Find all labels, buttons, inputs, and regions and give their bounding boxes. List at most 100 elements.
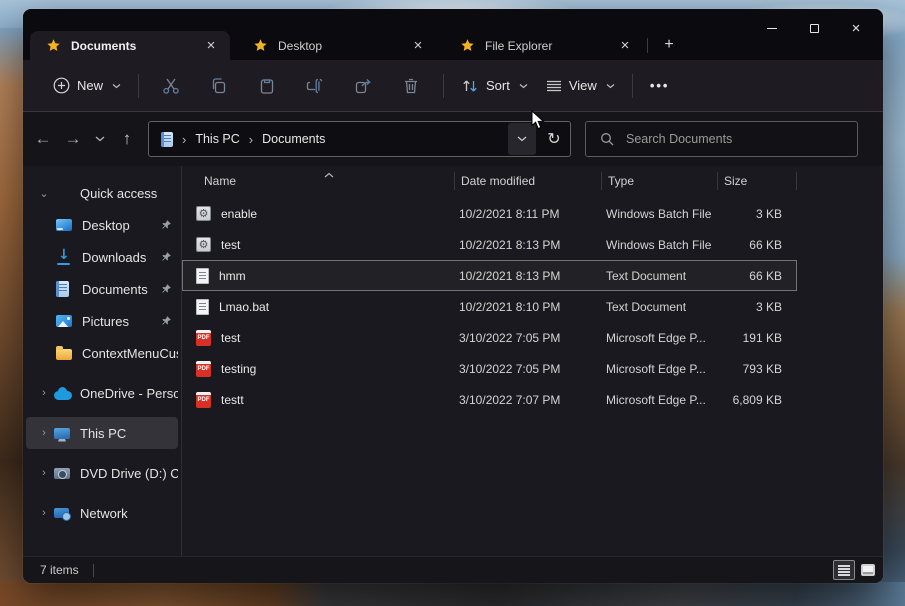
file-type-icon <box>196 237 211 252</box>
titlebar[interactable]: Documents × Desktop × File Explorer × + … <box>23 9 883 60</box>
close-button[interactable]: × <box>835 14 877 42</box>
tab-close-icon[interactable]: × <box>616 37 634 55</box>
file-row-lmao-bat[interactable]: Lmao.bat 10/2/2021 8:10 PM Text Document… <box>182 291 797 322</box>
file-name: test <box>221 331 240 345</box>
paste-button[interactable] <box>248 69 286 103</box>
tab-file-explorer[interactable]: File Explorer × <box>444 31 644 60</box>
file-size: 66 KB <box>717 269 790 283</box>
toolbar-separator <box>632 74 633 98</box>
search-placeholder: Search Documents <box>626 132 732 146</box>
file-row-testt[interactable]: testt 3/10/2022 7:07 PM Microsoft Edge P… <box>182 384 797 415</box>
more-options-button[interactable]: ••• <box>641 72 679 99</box>
details-view-button[interactable] <box>833 560 855 580</box>
tab-documents[interactable]: Documents × <box>30 31 230 60</box>
forward-button[interactable]: → <box>58 124 88 154</box>
toolbar-separator <box>443 74 444 98</box>
cut-icon <box>161 76 181 96</box>
sidebar-item-label: Desktop <box>82 218 130 233</box>
sidebar-item-pictures[interactable]: Pictures <box>26 305 178 337</box>
delete-button[interactable] <box>392 69 430 103</box>
sidebar-item-label: Network <box>80 506 128 521</box>
expander-chevron-icon[interactable]: › <box>34 427 54 439</box>
search-box[interactable]: Search Documents <box>585 121 858 157</box>
sidebar-item-icon <box>54 391 72 400</box>
tab-star-icon <box>46 38 61 53</box>
tab-star-icon <box>460 38 475 53</box>
sidebar-item-icon <box>56 281 69 297</box>
rename-button[interactable] <box>296 69 334 103</box>
sidebar-item-documents[interactable]: Documents <box>26 273 178 305</box>
file-name: Lmao.bat <box>219 300 269 314</box>
sidebar-item-label: OneDrive - Personal <box>80 386 178 401</box>
column-header-date-modified[interactable]: Date modified <box>455 166 602 196</box>
file-row-hmm[interactable]: hmm 10/2/2021 8:13 PM Text Document 66 K… <box>182 260 797 291</box>
large-icons-view-button[interactable] <box>857 560 879 580</box>
file-size: 3 KB <box>717 300 790 314</box>
window-body: ⌄ Quick access Desktop Downloads Documen… <box>23 166 883 556</box>
sidebar-item-dvd-drive-d-ccco[interactable]: › DVD Drive (D:) CCCO <box>26 457 178 489</box>
column-header-size[interactable]: Size <box>718 166 797 196</box>
minimize-icon <box>767 28 777 29</box>
navigation-pane: ⌄ Quick access Desktop Downloads Documen… <box>23 166 181 556</box>
address-dropdown-button[interactable] <box>508 123 536 155</box>
share-button[interactable] <box>344 69 382 103</box>
address-bar[interactable]: › This PC › Documents ↻ <box>148 121 571 157</box>
sidebar-item-downloads[interactable]: Downloads <box>26 241 178 273</box>
large-icons-view-icon <box>861 564 875 576</box>
recent-locations-button[interactable] <box>88 124 112 154</box>
expander-chevron-icon[interactable]: › <box>34 387 54 399</box>
file-name-cell: hmm <box>183 268 454 284</box>
sidebar-item-quick-access[interactable]: ⌄ Quick access <box>26 177 178 209</box>
sidebar-item-contextmenucust[interactable]: ContextMenuCust <box>26 337 178 369</box>
minimize-button[interactable] <box>751 14 793 42</box>
file-row-test[interactable]: test 3/10/2022 7:05 PM Microsoft Edge P.… <box>182 322 797 353</box>
new-button-label: New <box>77 78 103 93</box>
file-row-test[interactable]: test 10/2/2021 8:13 PM Windows Batch Fil… <box>182 229 797 260</box>
expander-chevron-icon[interactable]: ⌄ <box>34 187 54 200</box>
file-row-enable[interactable]: enable 10/2/2021 8:11 PM Windows Batch F… <box>182 198 797 229</box>
sidebar-item-label: ContextMenuCust <box>82 346 178 361</box>
sidebar-item-icon <box>54 428 70 439</box>
sidebar-item-network[interactable]: › Network <box>26 497 178 529</box>
file-date-modified: 3/10/2022 7:05 PM <box>454 362 601 376</box>
view-button[interactable]: View <box>537 72 624 99</box>
breadcrumb: › This PC › Documents <box>161 132 508 147</box>
expander-chevron-icon[interactable]: › <box>34 507 54 519</box>
expander-chevron-icon[interactable]: › <box>34 467 54 479</box>
up-button[interactable]: ↑ <box>112 124 142 154</box>
new-tab-button[interactable]: + <box>654 32 684 58</box>
file-row-testing[interactable]: testing 3/10/2022 7:05 PM Microsoft Edge… <box>182 353 797 384</box>
sidebar-item-label: Quick access <box>80 186 157 201</box>
tab-close-icon[interactable]: × <box>202 37 220 55</box>
file-type-icon <box>196 392 211 408</box>
back-button[interactable]: ← <box>28 124 58 154</box>
breadcrumb-documents[interactable]: Documents <box>262 132 325 146</box>
sidebar-item-label: Documents <box>82 282 148 297</box>
sort-button[interactable]: Sort <box>452 72 537 100</box>
file-type-icon <box>196 206 211 221</box>
view-icon <box>546 79 562 93</box>
file-type-icon <box>196 361 211 377</box>
file-name: testing <box>221 362 256 376</box>
copy-icon <box>209 76 229 96</box>
column-header-type[interactable]: Type <box>602 166 718 196</box>
tab-desktop[interactable]: Desktop × <box>237 31 437 60</box>
copy-button[interactable] <box>200 69 238 103</box>
breadcrumb-this-pc[interactable]: This PC <box>195 132 239 146</box>
pin-icon <box>160 251 172 263</box>
maximize-button[interactable] <box>793 14 835 42</box>
sidebar-item-label: DVD Drive (D:) CCCO <box>80 466 178 481</box>
window-controls: × <box>751 14 877 42</box>
sidebar-item-desktop[interactable]: Desktop <box>26 209 178 241</box>
paste-icon <box>257 76 277 96</box>
refresh-button[interactable]: ↻ <box>538 123 570 155</box>
new-button[interactable]: New <box>44 71 130 100</box>
column-header-name[interactable]: Name <box>182 166 455 196</box>
breadcrumb-separator-icon: › <box>249 132 253 147</box>
tab-close-icon[interactable]: × <box>409 37 427 55</box>
sidebar-item-this-pc[interactable]: › This PC <box>26 417 178 449</box>
sidebar-item-onedrive-personal[interactable]: › OneDrive - Personal <box>26 377 178 409</box>
file-name-cell: enable <box>183 206 454 221</box>
file-date-modified: 10/2/2021 8:13 PM <box>454 238 601 252</box>
cut-button[interactable] <box>152 69 190 103</box>
